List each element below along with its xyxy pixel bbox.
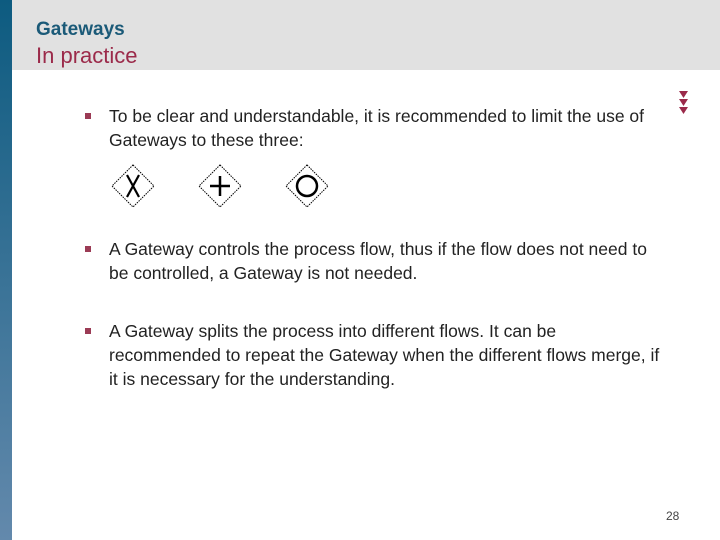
slide-title: Gateways (36, 19, 125, 40)
bullet-item: A Gateway splits the process into differ… (85, 319, 669, 391)
parallel-gateway-icon (198, 164, 242, 208)
left-accent-bar (0, 0, 12, 540)
triple-arrow-icon (679, 91, 689, 115)
slide-subtitle: In practice (36, 43, 138, 68)
bullet-item: To be clear and understandable, it is re… (85, 104, 669, 152)
bullet-marker (85, 246, 91, 252)
bullet-marker (85, 328, 91, 334)
exclusive-gateway-icon (111, 164, 155, 208)
page-number: 28 (666, 509, 680, 523)
bullet-item: A Gateway controls the process flow, thu… (85, 237, 669, 285)
bullet-marker (85, 113, 91, 119)
inclusive-gateway-icon (285, 164, 329, 208)
